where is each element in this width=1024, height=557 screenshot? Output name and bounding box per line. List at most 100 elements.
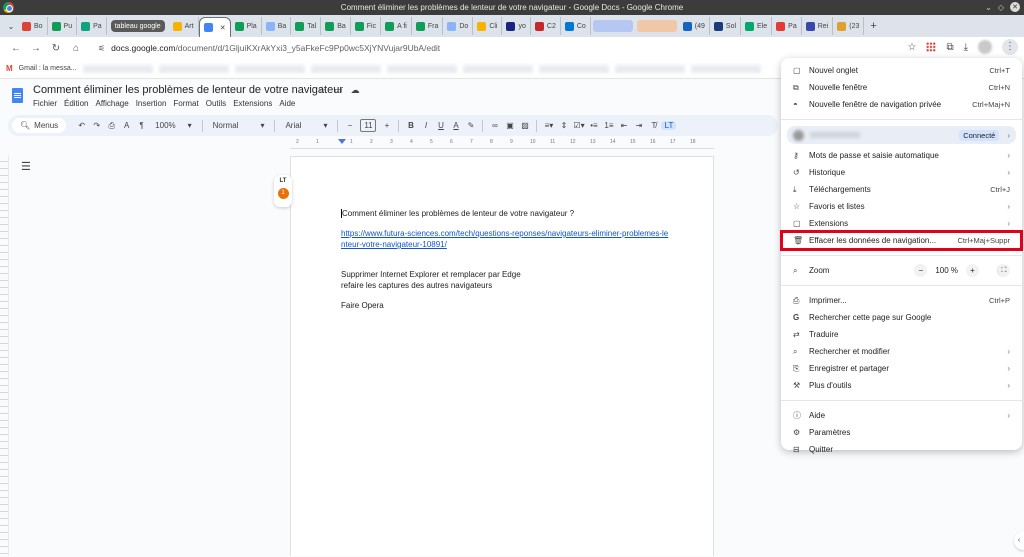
bookmark-blurred[interactable]: [310, 64, 381, 73]
zoom-out-button[interactable]: −: [914, 264, 928, 277]
downloads-icon[interactable]: ⤓: [964, 42, 968, 53]
tab-blurred[interactable]: [592, 20, 633, 32]
menu-fichier[interactable]: Fichier: [33, 99, 57, 108]
decrease-font-size-icon[interactable]: −: [342, 121, 357, 130]
text-color-icon[interactable]: A: [448, 121, 463, 130]
star-icon[interactable]: ☆: [318, 85, 326, 96]
document-body[interactable]: Comment éliminer les problèmes de lenteu…: [341, 208, 671, 320]
menu-item[interactable]: ⊟ Quitter: [781, 441, 1022, 458]
menu-item[interactable]: ⎘ Enregistrer et partager ›: [781, 360, 1022, 377]
minimize-icon[interactable]: ⌄: [985, 3, 992, 12]
menu-item[interactable]: G Rechercher cette page sur Google: [781, 309, 1022, 326]
profile-row[interactable]: Connecté ›: [787, 126, 1016, 144]
new-tab-button[interactable]: +: [870, 20, 876, 32]
extensions-icon[interactable]: ⧉: [946, 42, 953, 53]
fullscreen-icon[interactable]: ⛶: [997, 264, 1010, 277]
increase-indent-icon[interactable]: ⇥: [631, 121, 646, 130]
image-icon[interactable]: ▨: [517, 121, 532, 130]
close-window-icon[interactable]: ✕: [1010, 2, 1020, 12]
bookmark-blurred[interactable]: [462, 64, 533, 73]
reload-button[interactable]: ↻: [46, 43, 66, 54]
tab[interactable]: Pu: [48, 17, 78, 35]
style-select[interactable]: Normal ▾: [207, 121, 271, 130]
menu-item[interactable]: ◓ Nouvelle fenêtre de navigation privée Ct…: [781, 96, 1022, 113]
move-folder-icon[interactable]: ▭: [334, 85, 343, 96]
bulleted-list-icon[interactable]: •≡: [586, 121, 601, 130]
vertical-ruler[interactable]: [0, 155, 9, 555]
zoom-in-button[interactable]: +: [966, 264, 979, 277]
maximize-icon[interactable]: ◇: [998, 3, 1004, 12]
menu-item[interactable]: ⚙ Paramètres: [781, 424, 1022, 441]
tab[interactable]: yo: [502, 17, 531, 35]
profile-avatar[interactable]: [978, 40, 992, 54]
font-select[interactable]: Arial ▾: [279, 121, 333, 130]
languagetool-widget[interactable]: LT 1: [274, 175, 292, 207]
menu-item[interactable]: ⤓ Téléchargements Ctrl+J: [781, 181, 1022, 198]
menu-outils[interactable]: Outils: [206, 99, 226, 108]
tab[interactable]: Pla: [231, 17, 262, 35]
tab[interactable]: Sol: [710, 17, 742, 35]
tab[interactable]: Fra: [412, 17, 444, 35]
menu-item[interactable]: ↺ Historique ›: [781, 164, 1022, 181]
document-title[interactable]: Comment éliminer les problèmes de lenteu…: [33, 84, 343, 96]
tab[interactable]: Fic: [351, 17, 382, 35]
menu-affichage[interactable]: Affichage: [95, 99, 128, 108]
bookmark-blurred[interactable]: [386, 64, 457, 73]
highlight-icon[interactable]: ✎: [463, 121, 478, 130]
bookmark-blurred[interactable]: [538, 64, 609, 73]
increase-font-size-icon[interactable]: +: [379, 121, 394, 130]
menu-item[interactable]: ☆ Favoris et listes ›: [781, 198, 1022, 215]
menu-aide[interactable]: Aide: [279, 99, 295, 108]
chrome-menu-button[interactable]: ⋮: [1002, 39, 1018, 55]
document-outline-icon[interactable]: ☰: [21, 160, 31, 173]
menu-item[interactable]: ▢ Nouvel onglet Ctrl+T: [781, 62, 1022, 79]
zoom-select[interactable]: 100% ▾: [149, 121, 197, 130]
menu-item[interactable]: ⚷ Mots de passe et saisie automatique ›: [781, 147, 1022, 164]
tab[interactable]: Cli: [473, 17, 503, 35]
menu-item[interactable]: ⎙ Imprimer... Ctrl+P: [781, 292, 1022, 309]
tab-search-chevron-icon[interactable]: ⌄: [4, 22, 18, 31]
numbered-list-icon[interactable]: 1≡: [601, 121, 616, 130]
tab[interactable]: Art: [169, 17, 199, 35]
menu-format[interactable]: Format: [173, 99, 198, 108]
forward-button[interactable]: →: [26, 43, 46, 54]
site-info-icon[interactable]: ⚟: [98, 44, 105, 53]
tab[interactable]: Ba: [262, 17, 292, 35]
align-icon[interactable]: ≡▾: [541, 121, 556, 130]
bookmark-blurred[interactable]: [82, 64, 153, 73]
tab-blurred[interactable]: [636, 20, 677, 32]
indent-marker-icon[interactable]: [338, 139, 346, 144]
horizontal-ruler[interactable]: 2 1 1 2 3 4 5 6 7 8 9 10 11 12 13 14 15 16 17 18: [290, 139, 714, 149]
menu-insertion[interactable]: Insertion: [136, 99, 167, 108]
undo-icon[interactable]: ↶: [74, 121, 89, 130]
issue-count-badge[interactable]: 1: [277, 188, 289, 199]
checklist-icon[interactable]: ☑▾: [571, 121, 586, 130]
close-tab-icon[interactable]: ✕: [220, 24, 226, 32]
line-spacing-icon[interactable]: ⇕: [556, 121, 571, 130]
link-icon[interactable]: ∞: [487, 121, 502, 130]
comment-icon[interactable]: ▣: [502, 121, 517, 130]
italic-icon[interactable]: I: [418, 121, 433, 130]
doc-link[interactable]: https://www.futura-sciences.com/tech/que…: [341, 229, 668, 249]
bookmark-blurred[interactable]: [234, 64, 305, 73]
menu-item-highlighted[interactable]: 🗑︎ Effacer les données de navigation... Ct…: [780, 230, 1023, 251]
tab-group-label[interactable]: tableau google: [110, 20, 165, 32]
menu-extensions[interactable]: Extensions: [233, 99, 272, 108]
home-button[interactable]: ⌂: [66, 43, 86, 54]
languagetool-icon[interactable]: LT: [661, 121, 677, 130]
bold-icon[interactable]: B: [403, 121, 418, 130]
print-icon[interactable]: ⎙: [104, 121, 119, 131]
tab[interactable]: C2: [531, 17, 561, 35]
tab[interactable]: Pa: [77, 17, 107, 35]
bookmark-blurred[interactable]: [690, 64, 761, 73]
menus-search[interactable]: 🔍︎ Menus: [12, 118, 67, 133]
docs-logo-icon[interactable]: [12, 88, 23, 103]
tab[interactable]: Co: [561, 17, 591, 35]
back-button[interactable]: ←: [6, 43, 26, 54]
paint-format-icon[interactable]: ¶: [134, 121, 149, 130]
tab[interactable]: (49: [679, 17, 710, 35]
cloud-saved-icon[interactable]: ☁: [351, 85, 360, 96]
tab[interactable]: Ba: [321, 17, 351, 35]
tab[interactable]: Pa: [772, 17, 802, 35]
menu-edition[interactable]: Édition: [64, 99, 88, 108]
